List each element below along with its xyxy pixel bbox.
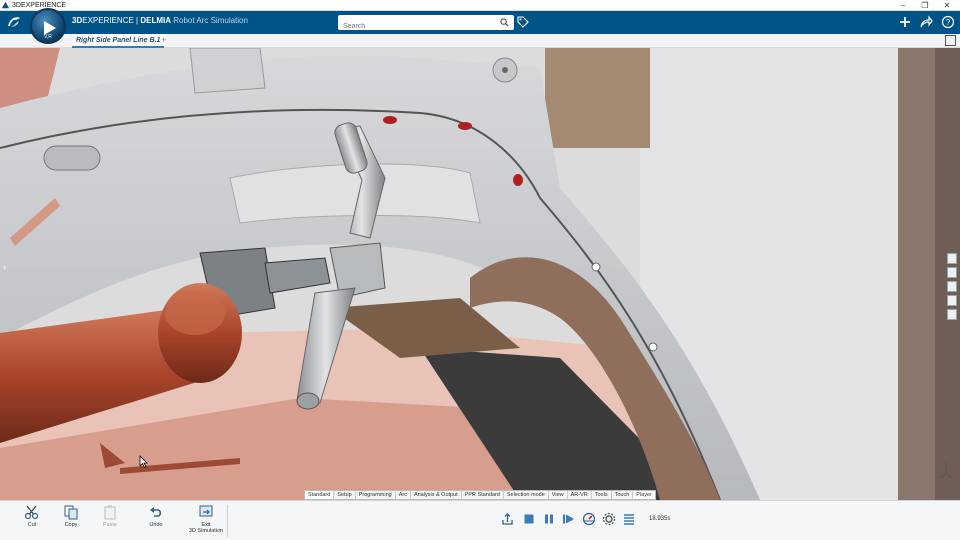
copy-label: Copy [64,522,78,528]
player-time: 18.935s [649,516,671,522]
svg-text:?: ? [946,18,951,27]
cut-icon [24,505,39,520]
undo-icon [150,507,162,517]
weld-spot [513,174,523,186]
minimize-button[interactable]: – [892,0,914,11]
view-tool-4-icon[interactable] [947,295,957,306]
ds-logo-icon[interactable] [6,14,22,30]
tab-programming[interactable]: Programming [356,491,396,499]
view-tool-1-icon[interactable] [947,253,957,264]
brand-3d: 3D [72,16,83,25]
panel-cutout [189,48,266,94]
weld-spot [383,116,397,124]
axis-triad-icon[interactable] [938,460,954,480]
cut-button[interactable]: Cut [19,504,45,528]
play-icon[interactable] [562,512,576,526]
paste-icon [104,505,116,520]
exit-label-line2: 3D Simulation [188,528,224,534]
app-logo-icon [1,1,10,8]
panel-slot [43,145,101,171]
tab-right-side-panel[interactable]: Right Side Panel Line B.1 [72,34,165,48]
compass-button[interactable]: V,R [30,8,66,44]
tab-arc[interactable]: Arc [396,491,411,499]
app-brand: 3DEXPERIENCE | DELMIA Robot Arc Simulati… [72,16,248,25]
stop-icon[interactable] [523,512,535,526]
tag-icon[interactable] [517,16,529,28]
undo-label: Undo [149,522,163,528]
add-tab-button[interactable]: + [161,34,166,47]
paste-label: Paste [102,522,118,528]
mouse-cursor-icon [139,455,148,468]
exit-icon [199,505,213,517]
help-icon[interactable]: ? [941,15,955,29]
brand-experience: EXPERIENCE [82,16,134,25]
right-mini-toolbar [947,253,959,337]
tab-selection-mode[interactable]: Selection mode [504,491,549,499]
tab-analysis-output[interactable]: Analysis & Output [411,491,462,499]
plus-icon[interactable] [898,15,912,29]
workbench-tabs: Standard Setup Programming Arc Analysis … [304,490,656,500]
3d-viewport[interactable] [0,48,960,500]
window-title: 3DEXPERIENCE [12,1,67,9]
maximize-icon[interactable] [945,35,956,46]
tab-player[interactable]: Player [633,491,655,499]
speed-icon[interactable] [582,512,596,526]
share-icon[interactable] [919,15,933,29]
close-button[interactable]: ✕ [936,0,958,11]
cut-label: Cut [27,522,37,528]
action-bar: Cut Copy Paste Undo Exit 3D Simulation [0,500,960,540]
view-tool-5-icon[interactable] [947,309,957,320]
brand-module: Robot Arc Simulation [171,16,248,25]
compass-play-icon [44,21,56,35]
tab-ar-vr[interactable]: AR-VR [568,491,592,499]
window-titlebar: 3DEXPERIENCE – ❐ ✕ [0,0,960,11]
copy-icon [64,505,78,520]
view-tool-3-icon[interactable] [947,281,957,292]
view-tool-2-icon[interactable] [947,267,957,278]
tab-view[interactable]: View [549,491,568,499]
tab-touch[interactable]: Touch [612,491,634,499]
tab-setup[interactable]: Setup [334,491,356,499]
tab-tools[interactable]: Tools [592,491,612,499]
copy-button[interactable]: Copy [58,504,84,528]
search-input[interactable] [338,19,488,34]
paste-button[interactable]: Paste [97,504,123,528]
export-icon[interactable] [501,512,514,526]
search-icon[interactable] [500,18,509,27]
pause-icon[interactable] [543,512,555,526]
search-box[interactable] [338,15,514,34]
weld-spot [458,122,472,130]
expand-panel-arrow-icon[interactable]: › [3,262,6,272]
brand-app: DELMIA [140,16,172,25]
wood-block [545,48,650,148]
action-separator [227,505,228,537]
compass-label: V,R [44,34,52,40]
undo-button[interactable]: Undo [143,504,169,528]
document-tab-bar: Right Side Panel Line B.1 + [0,34,960,48]
settings-icon[interactable] [602,512,616,526]
list-icon[interactable] [622,512,636,526]
scene-canvas[interactable] [0,48,960,500]
top-bar: 3DEXPERIENCE | DELMIA Robot Arc Simulati… [0,11,960,34]
tab-ppr-standard[interactable]: PPR Standard [462,491,504,499]
tab-standard[interactable]: Standard [305,491,335,499]
exit-simulation-button[interactable]: Exit 3D Simulation [188,504,224,534]
restore-button[interactable]: ❐ [914,0,936,11]
